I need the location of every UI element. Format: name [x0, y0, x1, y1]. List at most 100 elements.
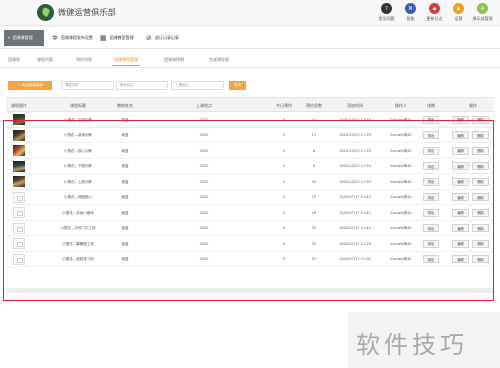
added-time: 2020/07/17 11:41 [339, 226, 371, 230]
delete-button[interactable]: 删除 [472, 115, 489, 124]
total-bookings: 37 [311, 257, 317, 261]
total-bookings: 11 [311, 133, 317, 137]
today-bookings: 0 [282, 210, 286, 215]
edit-button[interactable]: 编辑 [452, 177, 469, 186]
add-course-button[interactable]: + 添加团课课程 [8, 81, 52, 90]
schedule-button[interactable]: 排出 [423, 146, 439, 155]
tab-group-course-management[interactable]: 团课课程管理 [112, 57, 140, 66]
added-time: 2020/10/23 17:30 [339, 179, 371, 184]
delete-button[interactable]: 删除 [472, 146, 489, 155]
total-bookings: 6 [312, 164, 316, 168]
app-logo-icon [37, 4, 54, 21]
column-header: 操作 [469, 103, 477, 108]
operator: lixinwei搞40 [390, 164, 412, 168]
no-icon: ⊘ [146, 34, 152, 42]
delete-button[interactable]: 删除 [472, 193, 489, 201]
top-nav-item[interactable]: ? 常见问题 [377, 3, 396, 22]
schedule-button[interactable]: 排出 [423, 177, 439, 186]
tab-course-scheduling[interactable]: 团课课排期 [164, 57, 184, 63]
location: 3202 [199, 133, 209, 137]
coach-name-input[interactable]: 教练姓名 [116, 81, 168, 90]
schedule-button[interactable]: 排出 [423, 208, 439, 217]
operator: lixinwei搞40 [390, 179, 412, 184]
location: 3202 [199, 164, 209, 168]
today-bookings: 0 [282, 179, 286, 184]
schedule-button[interactable]: 排出 [423, 115, 439, 124]
top-nav-item[interactable]: ◆ 更新日志 [425, 3, 444, 22]
log-icon: ◆ [429, 3, 440, 14]
edit-button[interactable]: 编辑 [452, 115, 469, 124]
schedule-button[interactable]: 排出 [423, 162, 439, 170]
added-time: 2020/10/23 17:34 [339, 164, 371, 168]
toolbar-item-classrooms[interactable]: ▦ 团课教室管理 [100, 34, 134, 42]
table-header: 课程图片 课程标题 教练姓名 上课地点 今日预约 预约总数 添加时间 操作人 排… [6, 97, 494, 112]
location: 3202 [199, 179, 209, 184]
edit-button[interactable]: 编辑 [452, 162, 469, 170]
edit-button[interactable]: 编辑 [452, 193, 469, 201]
column-header: 添加时间 [347, 103, 363, 108]
location: 3202 [199, 226, 209, 230]
column-header: 上课地点 [196, 103, 212, 108]
today-bookings: 0 [282, 226, 286, 230]
tab-generate-timetable[interactable]: 生成课程表 [209, 57, 229, 63]
manage-icon: ▪ [453, 3, 464, 14]
schedule-button[interactable]: 排出 [423, 239, 439, 248]
delete-button[interactable]: 删除 [472, 239, 489, 248]
column-header: 操作人 [395, 103, 407, 108]
schedule-button[interactable]: 排出 [423, 131, 439, 139]
top-nav-item[interactable]: ▪ 运营 [449, 3, 468, 22]
tab-booking-list[interactable]: 预约列表 [76, 57, 92, 63]
coach-name: 谢蓝 [121, 210, 129, 215]
horizontal-scrollbar[interactable] [6, 288, 493, 293]
table-row: 小撸花—全身小圈球 谢蓝 3202 0 16 2020/07/17 11:42 lixinw… [6, 205, 494, 221]
toolbar-item-settings[interactable]: ✲ 团课课程发布设置 [52, 34, 93, 42]
course-thumbnail [13, 191, 25, 203]
course-thumbnail [13, 145, 25, 156]
tab-course-list[interactable]: 课程列表 [37, 57, 53, 63]
schedule-button[interactable]: 排出 [423, 224, 439, 232]
schedule-button[interactable]: 排出 [423, 193, 439, 201]
top-icon-bar: ? 常见问题 N 智能 ◆ 更新日志 ▪ 运营 A 俱乐部管理 [377, 3, 493, 22]
search-button[interactable]: 搜索 [229, 81, 246, 90]
location: 3202 [199, 148, 209, 153]
course-title: 小撸花—下肢训练 [64, 164, 92, 168]
operator: lixinwei搞40 [390, 133, 412, 137]
toolbar-item-unsubscribe-records[interactable]: ⊘ 退订记录记录 [146, 34, 179, 42]
delete-button[interactable]: 删除 [472, 131, 489, 139]
delete-button[interactable]: 删除 [472, 177, 489, 186]
table-row: 小撸花—上肢训练 谢蓝 3202 0 10 2020/10/23 17:30 lixinwe… [6, 174, 494, 190]
edit-button[interactable]: 编辑 [452, 146, 469, 155]
coach-name: 谢蓝 [121, 148, 129, 153]
course-name-input[interactable]: 课程名称 [61, 81, 114, 90]
edit-button[interactable]: 编辑 [452, 239, 469, 248]
delete-button[interactable]: 删除 [472, 255, 489, 263]
tab-schedule[interactable]: 团课表 [8, 57, 20, 63]
column-header: 今日预约 [276, 103, 292, 108]
edit-button[interactable]: 编辑 [452, 208, 469, 217]
back-button[interactable]: ← 团课课管理 [4, 30, 44, 46]
column-header: 课程图片 [11, 103, 27, 108]
added-time: 2020/10/23 17:39 [339, 133, 371, 137]
top-nav-item[interactable]: A 俱乐部管理 [473, 3, 493, 22]
schedule-button[interactable]: 排出 [423, 255, 439, 263]
course-title: 小撸花—极致背习球 [62, 257, 94, 261]
edit-button[interactable]: 编辑 [452, 224, 469, 232]
coach-name: 谢蓝 [121, 257, 129, 261]
today-bookings: 0 [282, 241, 286, 246]
gear-icon: ✲ [52, 34, 58, 42]
edit-button[interactable]: 编辑 [452, 255, 469, 263]
course-table: 课程图片 课程标题 教练姓名 上课地点 今日预约 预约总数 添加时间 操作人 排… [6, 97, 494, 267]
total-bookings: 14 [311, 117, 317, 122]
location-input[interactable]: 上课地点 [171, 81, 224, 90]
edit-button[interactable]: 编辑 [452, 131, 469, 139]
total-bookings: 15 [311, 195, 317, 199]
delete-button[interactable]: 删除 [472, 224, 489, 232]
delete-button[interactable]: 删除 [472, 162, 489, 170]
added-time: 2020/07/17 11:42 [339, 210, 371, 215]
course-thumbnail [13, 253, 25, 265]
delete-button[interactable]: 删除 [472, 208, 489, 217]
top-nav-item[interactable]: N 智能 [401, 3, 420, 22]
toolbar-item-label: 团课教室管理 [109, 35, 134, 40]
filter-row: + 添加团课课程 课程名称 教练姓名 上课地点 搜索 [0, 78, 500, 92]
table-row: 小撸花—下肢训练 谢蓝 3202 0 6 2020/10/23 17:34 lixinwei… [6, 159, 494, 174]
